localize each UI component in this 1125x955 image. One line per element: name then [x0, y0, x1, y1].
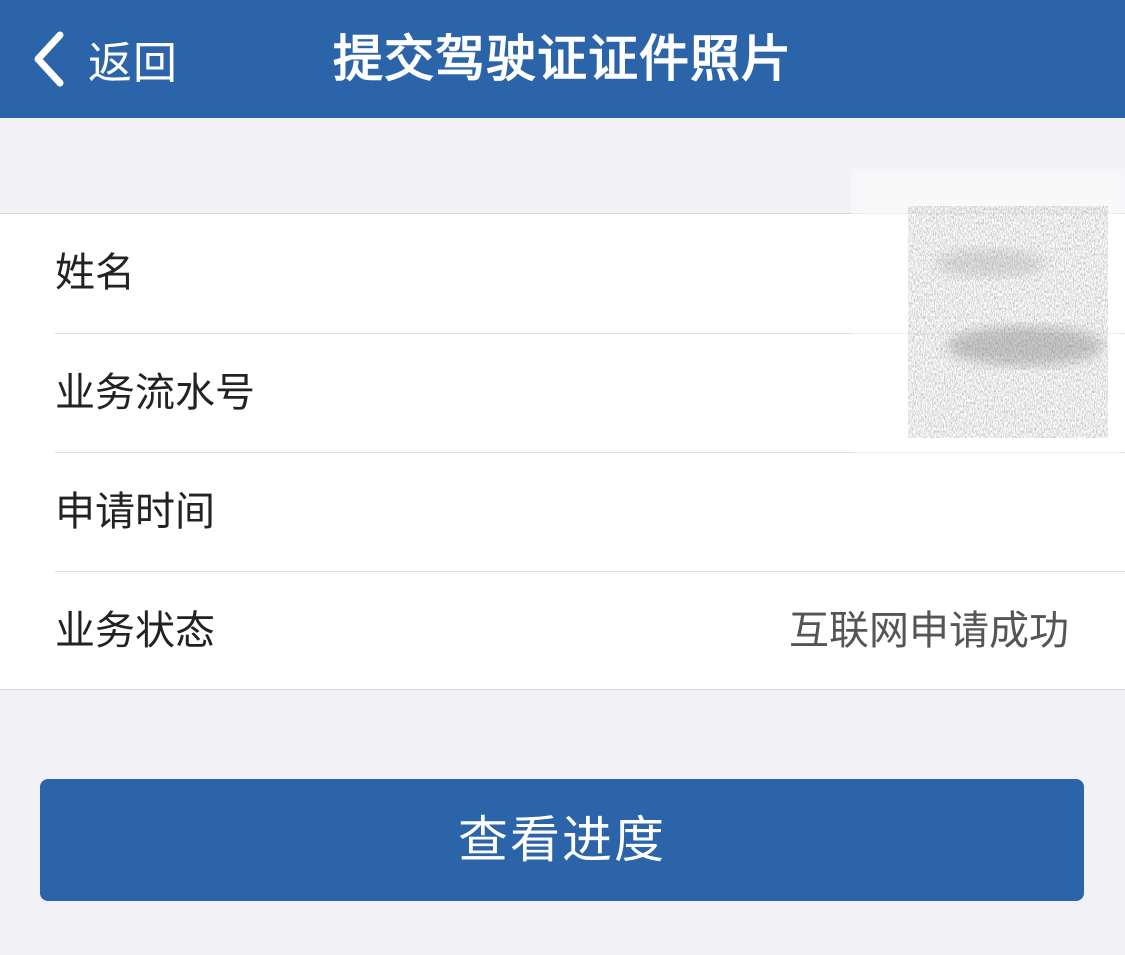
- info-row-apply-time: 申请时间: [0, 453, 1125, 572]
- view-progress-button[interactable]: 查看进度: [40, 779, 1084, 901]
- status-label: 业务状态: [55, 608, 215, 654]
- apply-time-label: 申请时间: [55, 489, 215, 535]
- info-row-serial-number: 业务流水号: [0, 334, 1125, 453]
- name-label: 姓名: [55, 250, 135, 296]
- serial-number-label: 业务流水号: [55, 370, 255, 416]
- status-value: 互联网申请成功: [789, 608, 1069, 654]
- back-button[interactable]: 返回: [30, 26, 178, 92]
- navigation-bar: 返回 提交驾驶证证件照片: [0, 0, 1125, 118]
- info-row-name: 姓名: [0, 214, 1125, 333]
- info-row-status: 业务状态 互联网申请成功: [0, 572, 1125, 691]
- back-label: 返回: [88, 38, 178, 89]
- application-info-list: 姓名 业务流水号 申请时间 业务状态 互联网申请成功: [0, 213, 1125, 690]
- chevron-left-icon: [34, 31, 64, 87]
